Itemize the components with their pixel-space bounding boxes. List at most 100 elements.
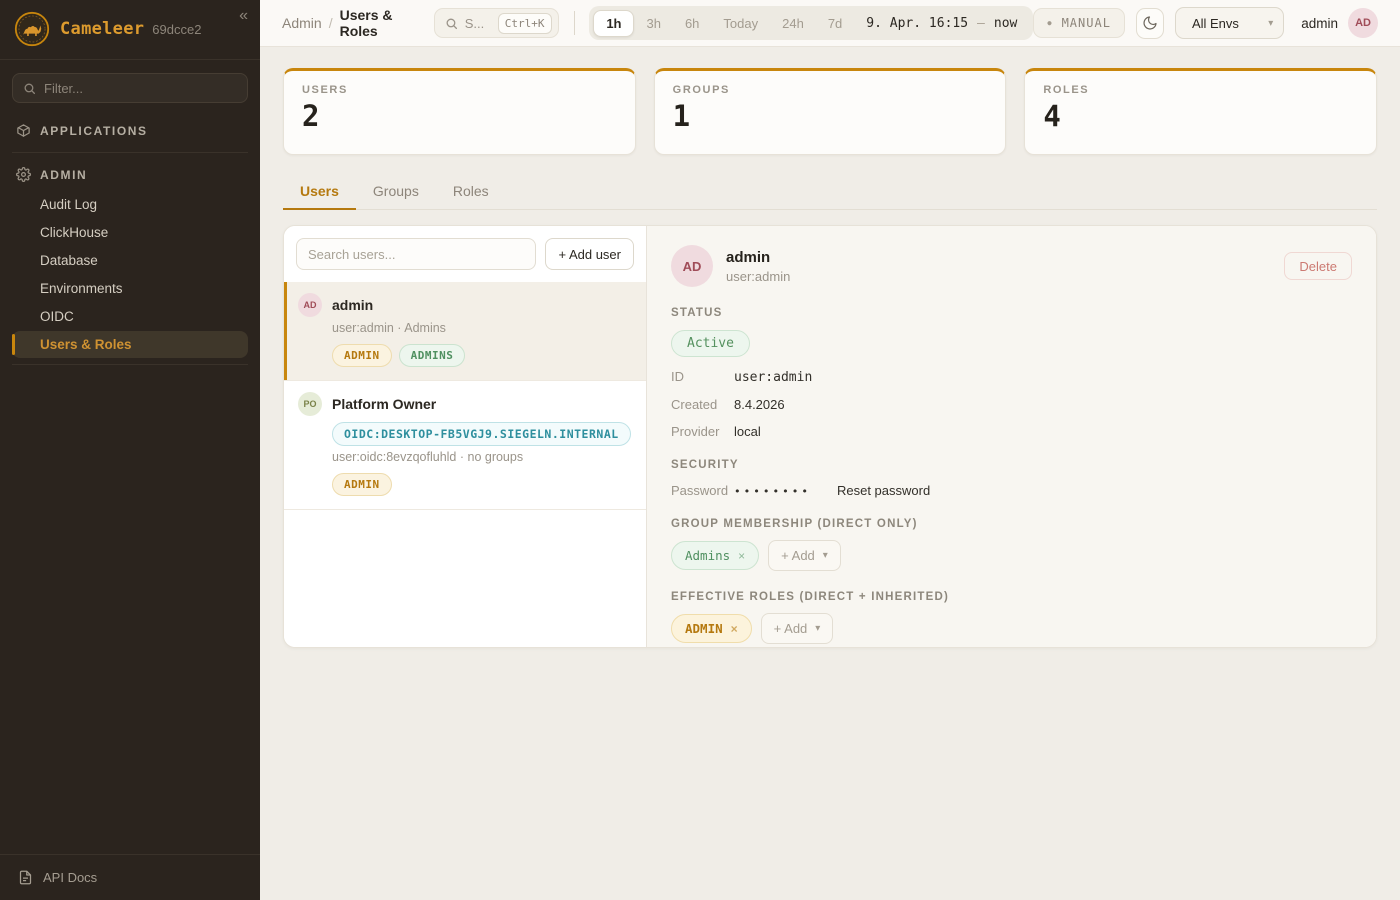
status-badge: Active	[671, 330, 750, 357]
shortcut-badge: Ctrl+K	[498, 13, 552, 34]
user-meta: user:admin · Admins	[332, 321, 632, 335]
reset-password-link[interactable]: Reset password	[837, 483, 930, 498]
add-group-button[interactable]: + Add ▾	[768, 540, 841, 571]
chip-label: Admins	[685, 548, 730, 563]
users-panel: + Add user AD admin user:admin · Admins …	[283, 225, 1377, 648]
divider	[12, 364, 248, 365]
sidebar-logo-row: Cameleer 69dcce2 «	[0, 0, 260, 60]
user-avatar[interactable]: AD	[1348, 8, 1378, 38]
breadcrumb-separator: /	[329, 15, 333, 31]
tab-groups[interactable]: Groups	[356, 175, 436, 209]
package-icon	[16, 123, 31, 138]
gear-icon	[16, 167, 31, 182]
stat-value: 4	[1043, 99, 1358, 133]
cameleer-logo-icon	[14, 11, 50, 47]
breadcrumb-parent[interactable]: Admin	[282, 15, 322, 31]
role-chip-admin: ADMIN ×	[671, 614, 752, 643]
tab-roles[interactable]: Roles	[436, 175, 506, 209]
user-meta: user:oidc:8evzqofluhld · no groups	[332, 450, 632, 464]
moon-icon	[1142, 15, 1158, 31]
global-search-input[interactable]	[465, 16, 491, 31]
user-detail-panel: AD admin user:admin Delete STATUS Active…	[647, 226, 1376, 647]
detail-user-name: admin	[726, 249, 790, 266]
add-group-label: + Add	[781, 548, 815, 563]
sidebar-filter-box[interactable]	[12, 73, 248, 103]
app-version: 69dcce2	[152, 22, 201, 37]
time-range-from: 9. Apr. 16:15	[866, 16, 968, 31]
time-segment-today[interactable]: Today	[711, 10, 770, 37]
field-label-created: Created	[671, 397, 734, 412]
oidc-badge: OIDC:DESKTOP-FB5VGJ9.SIEGELN.INTERNAL	[332, 422, 631, 446]
role-badge: ADMIN	[332, 473, 392, 496]
role-badge: ADMIN	[332, 344, 392, 367]
sidebar-item-environments[interactable]: Environments	[12, 275, 248, 302]
security-section-header: SECURITY	[671, 459, 1352, 471]
user-search-input[interactable]	[296, 238, 536, 270]
stat-card-roles: ROLES 4	[1024, 68, 1377, 155]
time-range-separator: –	[977, 16, 985, 31]
avatar: AD	[671, 245, 713, 287]
time-segment-3h[interactable]: 3h	[634, 10, 672, 37]
section-admin[interactable]: ADMIN	[12, 159, 248, 190]
mode-badge-label: MANUAL	[1062, 16, 1111, 30]
stat-card-groups: GROUPS 1	[654, 68, 1007, 155]
tabs: Users Groups Roles	[283, 175, 1377, 210]
avatar: AD	[298, 293, 322, 317]
list-item-platform-owner[interactable]: PO Platform Owner OIDC:DESKTOP-FB5VGJ9.S…	[284, 381, 646, 510]
section-label: ADMIN	[40, 168, 87, 182]
stats-row: USERS 2 GROUPS 1 ROLES 4	[283, 68, 1377, 155]
list-item-admin[interactable]: AD admin user:admin · Admins ADMIN ADMIN…	[284, 282, 646, 381]
status-section-header: STATUS	[671, 307, 1352, 319]
document-icon	[18, 870, 33, 885]
stat-value: 2	[302, 99, 617, 133]
delete-user-button[interactable]: Delete	[1284, 252, 1352, 280]
remove-role-icon[interactable]: ×	[731, 622, 738, 636]
add-role-button[interactable]: + Add ▾	[761, 613, 834, 644]
global-search[interactable]: Ctrl+K	[434, 8, 559, 38]
sidebar-item-users-roles[interactable]: Users & Roles	[12, 331, 248, 358]
time-segment-24h[interactable]: 24h	[770, 10, 816, 37]
group-membership-header: GROUP MEMBERSHIP (DIRECT ONLY)	[671, 518, 1352, 530]
section-applications[interactable]: APPLICATIONS	[12, 115, 248, 146]
time-segment-7d[interactable]: 7d	[816, 10, 854, 37]
sidebar-item-database[interactable]: Database	[12, 247, 248, 274]
time-range-control: 1h 3h 6h Today 24h 7d 9. Apr. 16:15 – no…	[589, 6, 1033, 40]
sidebar-collapse-icon[interactable]: «	[239, 8, 248, 24]
user-name: Platform Owner	[332, 396, 436, 412]
time-segment-6h[interactable]: 6h	[673, 10, 711, 37]
field-label-id: ID	[671, 369, 734, 384]
detail-user-id: user:admin	[726, 269, 790, 284]
user-list-column: + Add user AD admin user:admin · Admins …	[284, 226, 647, 647]
stat-label: GROUPS	[673, 84, 988, 96]
sidebar-item-oidc[interactable]: OIDC	[12, 303, 248, 330]
time-range-to: now	[994, 16, 1017, 31]
theme-toggle-button[interactable]	[1136, 8, 1164, 39]
password-label: Password	[671, 483, 734, 498]
chip-label: ADMIN	[685, 621, 723, 636]
tab-users[interactable]: Users	[283, 175, 356, 210]
chevron-down-icon: ▾	[815, 623, 820, 634]
stat-card-users: USERS 2	[283, 68, 636, 155]
topbar: Admin / Users & Roles Ctrl+K 1h 3h 6h To…	[260, 0, 1400, 47]
sidebar-item-clickhouse[interactable]: ClickHouse	[12, 219, 248, 246]
time-segment-1h[interactable]: 1h	[593, 10, 634, 37]
chevron-down-icon: ▾	[823, 550, 828, 561]
remove-group-icon[interactable]: ×	[738, 549, 745, 563]
status-dot-icon: ●	[1047, 20, 1052, 27]
divider	[574, 11, 575, 35]
field-value-provider: local	[734, 424, 761, 439]
mode-badge[interactable]: ● MANUAL	[1033, 8, 1125, 38]
password-mask: ••••••••	[734, 485, 811, 498]
sidebar-item-audit-log[interactable]: Audit Log	[12, 191, 248, 218]
api-docs-link[interactable]: API Docs	[0, 854, 260, 900]
stat-value: 1	[673, 99, 988, 133]
field-label-provider: Provider	[671, 424, 734, 439]
sidebar: Cameleer 69dcce2 « APPLICATIONS ADMIN Au…	[0, 0, 260, 900]
group-badge: ADMINS	[399, 344, 466, 367]
time-range-display[interactable]: 9. Apr. 16:15 – now	[854, 16, 1029, 31]
app-title: Cameleer	[60, 19, 144, 39]
sidebar-filter-input[interactable]	[44, 81, 237, 96]
user-name: admin	[332, 297, 373, 313]
add-user-button[interactable]: + Add user	[545, 238, 634, 270]
env-select[interactable]: All Envs ▾	[1175, 7, 1284, 39]
